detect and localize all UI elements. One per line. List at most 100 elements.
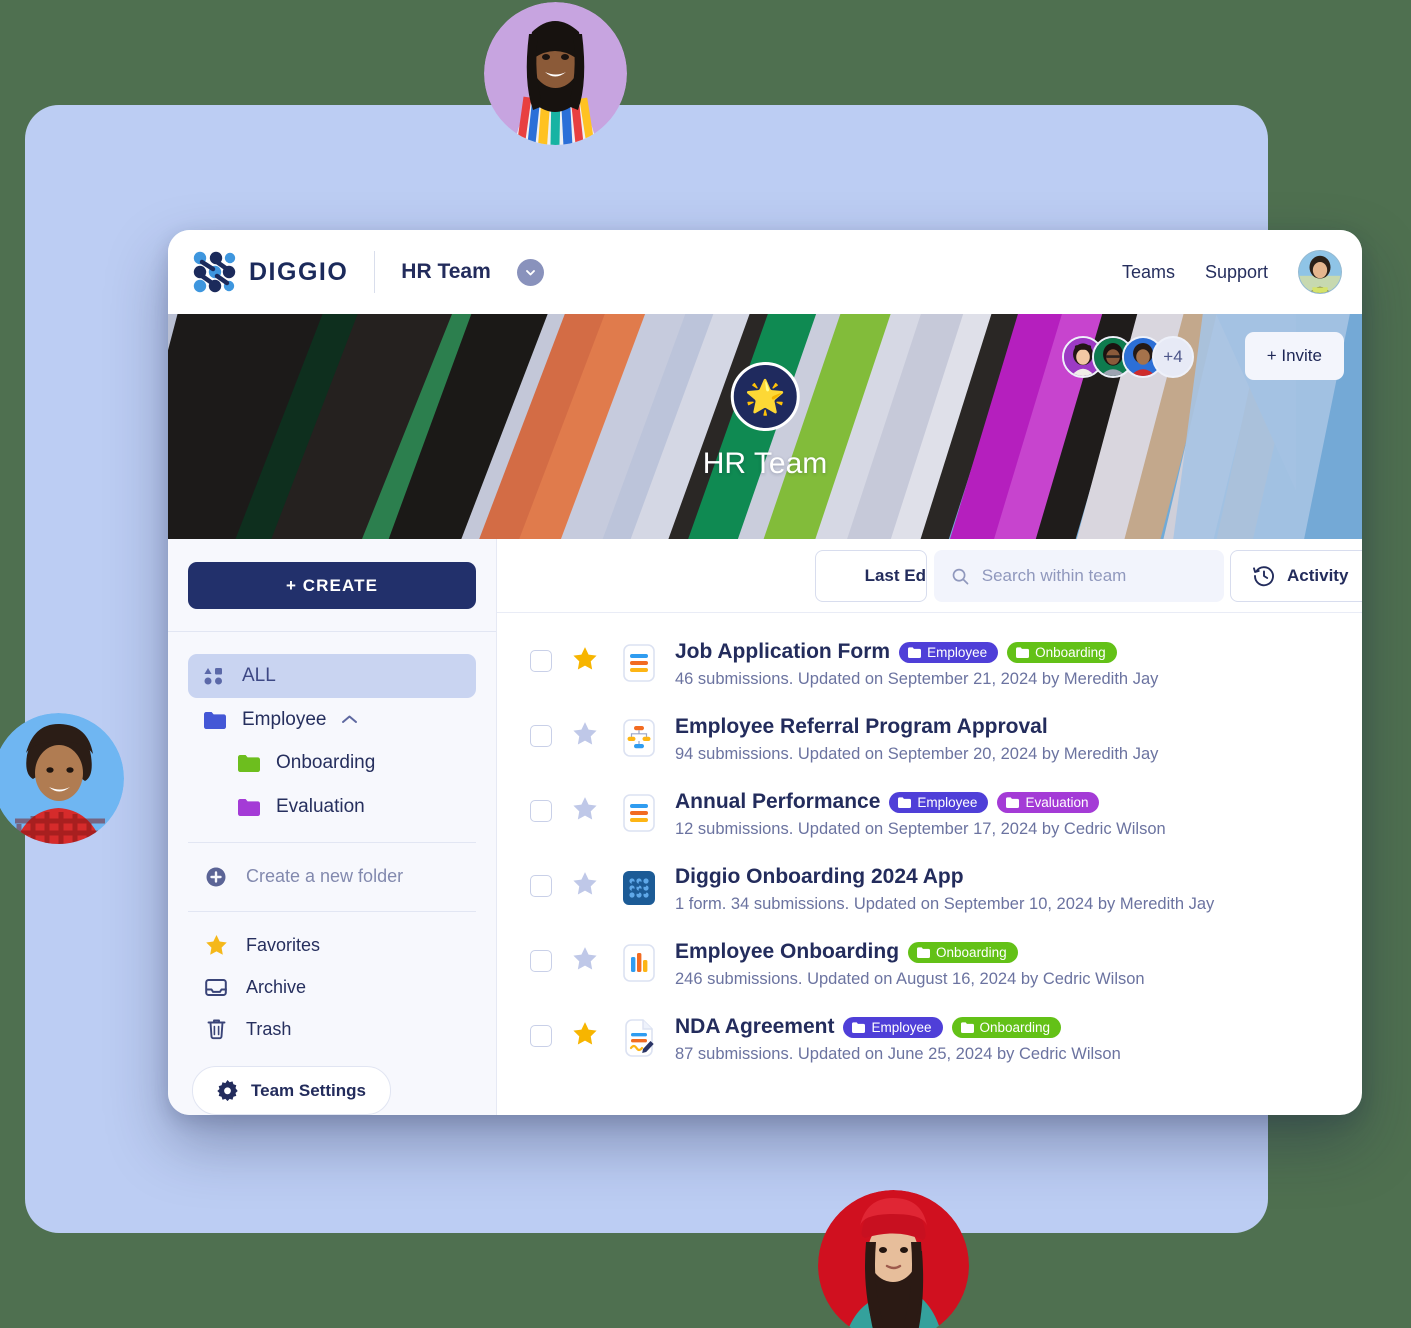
row-subtitle: 46 submissions. Updated on September 21,… [675,670,1159,688]
row-content: Employee Onboarding Onboarding 246 submi… [675,940,1145,989]
brand-logo[interactable]: DIGGIO [192,250,348,294]
activity-button-label: Activity [1287,566,1349,585]
row-tag[interactable]: Onboarding [908,941,1018,963]
approval-flow-icon [623,719,655,757]
create-new-folder-button[interactable]: Create a new folder [188,856,476,898]
list-toolbar: Last Ed Search within team Activity [497,539,1362,613]
folder-icon [960,1021,974,1033]
row-content: NDA Agreement Employee Onboarding 87 sub… [675,1015,1121,1064]
row-tag[interactable]: Onboarding [951,1016,1062,1038]
row-tag-label: Onboarding [1035,644,1106,660]
sidebar-item-trash[interactable]: Trash [188,1008,476,1050]
sidebar-item-favorites[interactable]: Favorites [188,924,476,966]
row-tag-label: Onboarding [979,1019,1051,1035]
sidebar-item-archive-label: Archive [246,976,307,997]
account-avatar[interactable] [1298,250,1342,294]
team-title: HR Team [702,447,828,480]
folder-icon [852,1021,866,1033]
nav-link-teams[interactable]: Teams [1122,262,1175,283]
row-star-toggle[interactable] [572,1021,598,1051]
star-icon [573,647,597,670]
row-tag[interactable]: Employee [889,791,989,813]
trash-icon-wrap [204,1018,228,1040]
folder-collapse-toggle[interactable] [341,714,358,725]
folder-icon [908,646,922,658]
row-checkbox[interactable] [530,875,552,897]
star-icon [573,797,597,820]
sidebar-divider-top [168,631,496,633]
row-tag-label: Onboarding [936,944,1007,960]
row-checkbox[interactable] [530,650,552,672]
row-title: Employee Onboarding [675,940,900,963]
member-overflow-count[interactable]: +4 [1152,336,1194,378]
row-title: Annual Performance [675,790,881,813]
member-avatar-stack[interactable]: +4 [1062,336,1194,378]
row-star-toggle[interactable] [572,721,598,751]
row-title-line: Annual Performance Employee Evaluation [675,790,1166,814]
sidebar-folder-evaluation[interactable]: Evaluation [188,785,476,829]
archive-icon-wrap [204,977,228,998]
row-checkbox[interactable] [530,725,552,747]
row-title-line: Employee Onboarding Onboarding [675,940,1145,964]
floating-avatar-bottom [818,1190,969,1328]
row-content: Employee Referral Program Approval 94 su… [675,715,1158,764]
sidebar-folder-onboarding[interactable]: Onboarding [188,742,476,786]
diggio-dots-logo-icon [193,251,236,293]
search-box[interactable] [934,550,1224,602]
avatar-image [818,1190,969,1328]
row-tag-label: Employee [871,1019,932,1035]
row-checkbox[interactable] [530,1025,552,1047]
create-button[interactable]: + CREATE [188,562,476,610]
row-subtitle: 246 submissions. Updated on August 16, 2… [675,970,1145,988]
star-icon [573,1022,597,1045]
sidebar-divider-mid-b [188,910,476,912]
plus-circle-icon [206,867,226,887]
row-subtitle: 12 submissions. Updated on September 17,… [675,820,1166,838]
sidebar-folder-employee[interactable]: Employee [188,698,476,742]
list-item[interactable]: Diggio Onboarding 2024 App 1 form. 34 su… [497,852,1362,927]
row-checkbox[interactable] [530,800,552,822]
form-icon [623,794,655,832]
folder-icon [1016,646,1030,658]
avatar-image [1299,251,1341,293]
chevron-up-icon [341,715,357,724]
activity-button[interactable]: Activity [1230,550,1362,602]
row-subtitle: 94 submissions. Updated on September 20,… [675,745,1159,763]
list-item[interactable]: Employee Referral Program Approval 94 su… [497,702,1362,777]
sort-dropdown[interactable]: Last Ed [815,550,927,602]
nav-divider [374,251,376,293]
clock-history-icon [1253,566,1274,587]
invite-button[interactable]: + Invite [1244,332,1344,380]
row-tag-label: Employee [917,794,978,810]
row-title-line: NDA Agreement Employee Onboarding [675,1015,1121,1039]
sort-dropdown-value: Last Ed [864,566,926,585]
top-navigation-bar: DIGGIO HR Team Teams Support [168,230,1362,314]
star-icon [573,872,597,895]
folder-icon [204,711,226,729]
create-new-folder-label: Create a new folder [246,866,404,887]
row-checkbox[interactable] [530,950,552,972]
row-tag[interactable]: Employee [843,1016,943,1038]
app-window: DIGGIO HR Team Teams Support +4 + Invite… [168,230,1362,1115]
search-input[interactable] [981,566,1206,586]
nav-link-support[interactable]: Support [1205,262,1268,283]
row-star-toggle[interactable] [572,646,598,676]
list-item[interactable]: Annual Performance Employee Evaluation 1… [497,777,1362,852]
list-item[interactable]: Employee Onboarding Onboarding 246 submi… [497,927,1362,1002]
row-star-toggle[interactable] [572,871,598,901]
team-settings-button[interactable]: Team Settings [192,1066,391,1115]
list-item[interactable]: Job Application Form Employee Onboarding [497,627,1362,702]
row-tag[interactable]: Employee [899,641,999,663]
sidebar-item-all[interactable]: ALL [188,654,476,698]
team-switcher-button[interactable] [516,258,544,286]
sidebar-folder-employee-label: Employee [242,708,327,730]
row-star-toggle[interactable] [572,946,598,976]
row-tag[interactable]: Evaluation [997,791,1100,813]
avatar-image [484,2,627,145]
folder-icon [238,799,260,816]
row-tag[interactable]: Onboarding [1007,641,1117,663]
archive-icon [205,978,227,996]
list-item[interactable]: NDA Agreement Employee Onboarding 87 sub… [497,1002,1362,1077]
row-star-toggle[interactable] [572,796,598,826]
sidebar-item-archive[interactable]: Archive [188,966,476,1008]
